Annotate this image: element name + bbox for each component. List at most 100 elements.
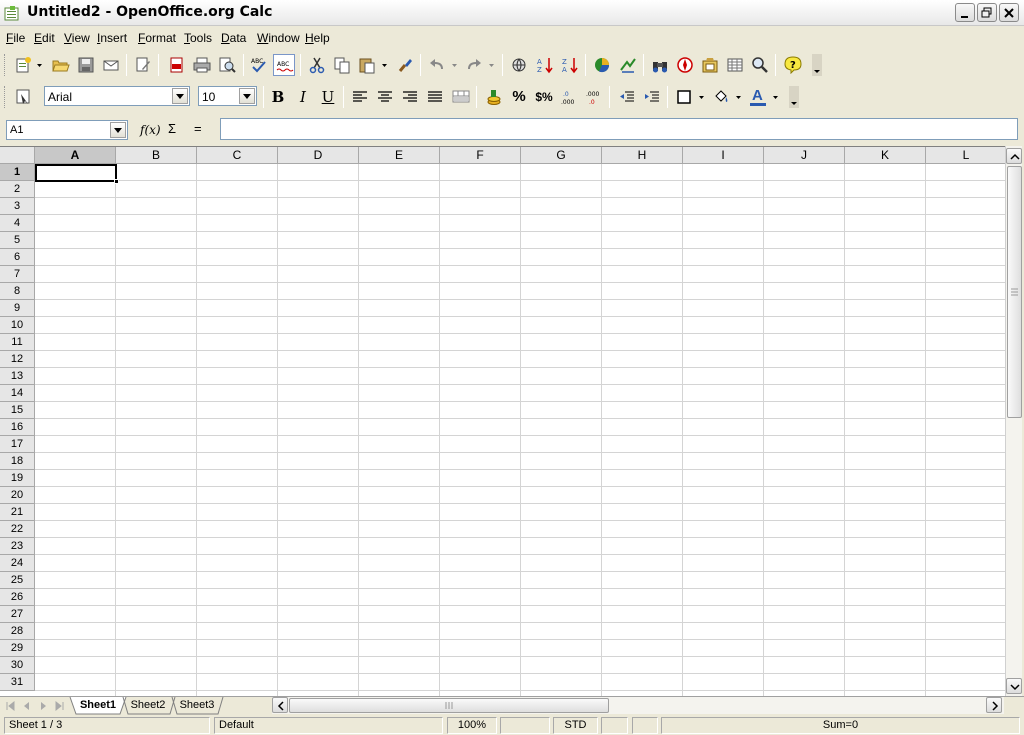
row-header-10[interactable]: 10 bbox=[0, 317, 35, 334]
font-name-select[interactable]: Arial bbox=[44, 86, 190, 106]
function-wizard-button[interactable]: f(x) bbox=[140, 123, 161, 137]
row-header-31[interactable]: 31 bbox=[0, 674, 35, 691]
redo-dropdown[interactable] bbox=[488, 54, 495, 76]
previous-sheet-button[interactable] bbox=[20, 699, 34, 713]
toolbar-options-button[interactable] bbox=[812, 54, 822, 76]
row-header-28[interactable]: 28 bbox=[0, 623, 35, 640]
save-button[interactable] bbox=[75, 54, 97, 76]
percent-format-button[interactable]: % bbox=[508, 86, 530, 108]
menu-file[interactable]: File bbox=[6, 31, 25, 45]
standard-format-button[interactable]: $% bbox=[533, 86, 555, 108]
row-header-29[interactable]: 29 bbox=[0, 640, 35, 657]
row-header-21[interactable]: 21 bbox=[0, 504, 35, 521]
open-button[interactable] bbox=[50, 54, 72, 76]
scroll-right-button[interactable] bbox=[986, 697, 1002, 713]
row-header-8[interactable]: 8 bbox=[0, 283, 35, 300]
toolbar-grip[interactable] bbox=[4, 86, 7, 108]
undo-button[interactable] bbox=[426, 54, 448, 76]
row-header-9[interactable]: 9 bbox=[0, 300, 35, 317]
menu-format[interactable]: Format bbox=[138, 31, 176, 45]
edit-file-button[interactable] bbox=[132, 54, 154, 76]
gallery-button[interactable] bbox=[699, 54, 721, 76]
sum-button[interactable]: Σ bbox=[168, 121, 176, 136]
column-header-b[interactable]: B bbox=[116, 147, 197, 164]
menu-insert[interactable]: Insert bbox=[97, 31, 127, 45]
column-header-d[interactable]: D bbox=[278, 147, 359, 164]
row-header-18[interactable]: 18 bbox=[0, 453, 35, 470]
row-header-22[interactable]: 22 bbox=[0, 521, 35, 538]
scroll-up-button[interactable] bbox=[1006, 148, 1022, 164]
undo-dropdown[interactable] bbox=[451, 54, 458, 76]
bold-button[interactable]: B bbox=[267, 86, 289, 108]
zoom-button[interactable] bbox=[749, 54, 771, 76]
hyperlink-button[interactable] bbox=[508, 54, 530, 76]
function-button[interactable]: = bbox=[194, 121, 202, 136]
row-header-6[interactable]: 6 bbox=[0, 249, 35, 266]
column-header-c[interactable]: C bbox=[197, 147, 278, 164]
column-header-h[interactable]: H bbox=[602, 147, 683, 164]
delete-decimal-button[interactable]: .000.0 bbox=[583, 86, 605, 108]
status-selection-mode[interactable]: STD bbox=[553, 717, 598, 734]
menu-edit[interactable]: Edit bbox=[34, 31, 55, 45]
column-header-g[interactable]: G bbox=[521, 147, 602, 164]
column-header-a[interactable]: A bbox=[35, 147, 116, 164]
toolbar-options-button[interactable] bbox=[789, 86, 799, 108]
paste-button[interactable] bbox=[356, 54, 378, 76]
select-all-corner[interactable] bbox=[0, 147, 35, 164]
name-box-dropdown[interactable] bbox=[110, 122, 126, 138]
row-header-14[interactable]: 14 bbox=[0, 385, 35, 402]
font-size-select[interactable]: 10 bbox=[198, 86, 257, 106]
restore-button[interactable] bbox=[977, 3, 997, 22]
cut-button[interactable] bbox=[306, 54, 328, 76]
column-header-l[interactable]: L bbox=[926, 147, 1005, 164]
font-size-dropdown[interactable] bbox=[239, 88, 255, 104]
menu-data[interactable]: Data bbox=[221, 31, 246, 45]
show-draw-functions-button[interactable] bbox=[617, 54, 639, 76]
row-header-25[interactable]: 25 bbox=[0, 572, 35, 589]
email-button[interactable] bbox=[100, 54, 122, 76]
row-header-17[interactable]: 17 bbox=[0, 436, 35, 453]
menu-view[interactable]: View bbox=[64, 31, 90, 45]
sort-descending-button[interactable]: ZA bbox=[559, 54, 581, 76]
align-left-button[interactable] bbox=[349, 86, 371, 108]
row-header-4[interactable]: 4 bbox=[0, 215, 35, 232]
new-dropdown[interactable] bbox=[36, 54, 43, 76]
scroll-down-button[interactable] bbox=[1006, 678, 1022, 694]
export-pdf-button[interactable] bbox=[166, 54, 188, 76]
row-header-20[interactable]: 20 bbox=[0, 487, 35, 504]
borders-button[interactable] bbox=[673, 86, 695, 108]
sort-ascending-button[interactable]: AZ bbox=[534, 54, 556, 76]
row-header-11[interactable]: 11 bbox=[0, 334, 35, 351]
vertical-scrollbar[interactable] bbox=[1005, 146, 1022, 696]
row-header-27[interactable]: 27 bbox=[0, 606, 35, 623]
column-header-f[interactable]: F bbox=[440, 147, 521, 164]
row-header-7[interactable]: 7 bbox=[0, 266, 35, 283]
first-sheet-button[interactable] bbox=[4, 699, 18, 713]
align-right-button[interactable] bbox=[399, 86, 421, 108]
row-header-16[interactable]: 16 bbox=[0, 419, 35, 436]
row-header-26[interactable]: 26 bbox=[0, 589, 35, 606]
increase-indent-button[interactable] bbox=[641, 86, 663, 108]
italic-button[interactable]: I bbox=[292, 86, 314, 108]
horizontal-scrollbar[interactable] bbox=[272, 697, 1004, 714]
copy-button[interactable] bbox=[331, 54, 353, 76]
minimize-button[interactable] bbox=[955, 3, 975, 22]
font-color-dropdown[interactable] bbox=[772, 86, 779, 108]
fill-handle[interactable] bbox=[114, 179, 119, 184]
new-document-button[interactable] bbox=[12, 54, 34, 76]
row-header-30[interactable]: 30 bbox=[0, 657, 35, 674]
toolbar-grip[interactable] bbox=[4, 54, 7, 76]
row-header-13[interactable]: 13 bbox=[0, 368, 35, 385]
row-header-3[interactable]: 3 bbox=[0, 198, 35, 215]
sheet-tab-sheet2[interactable]: Sheet2 bbox=[127, 697, 169, 714]
font-name-dropdown[interactable] bbox=[172, 88, 188, 104]
horizontal-scroll-thumb[interactable] bbox=[289, 698, 609, 713]
font-color-button[interactable]: A bbox=[747, 86, 769, 108]
status-zoom[interactable]: 100% bbox=[447, 717, 497, 734]
next-sheet-button[interactable] bbox=[36, 699, 50, 713]
active-cell-a1[interactable] bbox=[35, 164, 119, 184]
borders-dropdown[interactable] bbox=[698, 86, 705, 108]
vertical-scroll-thumb[interactable] bbox=[1007, 166, 1022, 418]
help-button[interactable]: ? bbox=[782, 54, 804, 76]
row-header-15[interactable]: 15 bbox=[0, 402, 35, 419]
